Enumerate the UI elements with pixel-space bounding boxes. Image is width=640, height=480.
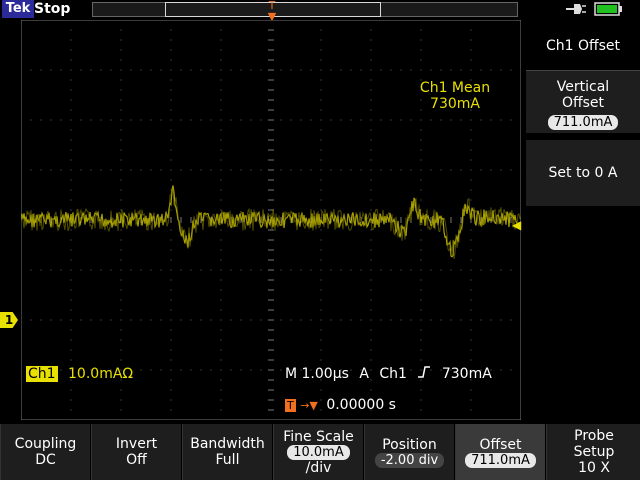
fine-scale-unit: /div xyxy=(305,459,332,476)
battery-icon xyxy=(594,2,622,16)
position-label: Position xyxy=(382,436,437,453)
trigger-level-arrow-icon[interactable]: ◀ xyxy=(512,218,521,232)
vertical-offset-button[interactable]: Vertical Offset 711.0mA xyxy=(526,70,640,133)
offset-value: 711.0mA xyxy=(465,452,536,468)
trigger-level: 730mA xyxy=(441,366,492,382)
set-to-zero-button[interactable]: Set to 0 A xyxy=(526,140,640,206)
measurement-value: 730mA xyxy=(430,96,480,112)
bandwidth-button[interactable]: Bandwidth Full xyxy=(182,424,272,480)
probe-setup-label-2: Setup xyxy=(573,444,615,460)
trigger-source: Ch1 xyxy=(379,366,407,382)
fine-scale-label: Fine Scale xyxy=(283,428,354,445)
bandwidth-value: Full xyxy=(215,452,240,468)
trigger-delay-arrow-icon: →▼ xyxy=(300,399,318,412)
trigger-position-icon: T ▼ xyxy=(266,0,278,22)
bandwidth-label: Bandwidth xyxy=(190,436,265,452)
offset-button[interactable]: Offset 711.0mA xyxy=(455,424,545,480)
probe-setup-label-1: Probe xyxy=(574,428,614,444)
coupling-label: Coupling xyxy=(14,436,77,452)
ch1-label-badge: Ch1 xyxy=(26,366,58,382)
coupling-button[interactable]: Coupling DC xyxy=(0,424,90,480)
vertical-offset-value: 711.0mA xyxy=(547,115,619,130)
position-value: -2.00 div xyxy=(374,452,445,468)
position-button[interactable]: Position -2.00 div xyxy=(364,424,454,480)
invert-button[interactable]: Invert Off xyxy=(91,424,181,480)
run-status: Stop xyxy=(34,1,71,17)
timebase: M 1.00µs xyxy=(285,366,349,382)
acquisition-mode: A xyxy=(359,366,369,382)
fine-scale-value: 10.0mA xyxy=(287,444,350,460)
offset-label: Offset xyxy=(479,436,522,453)
invert-label: Invert xyxy=(115,436,158,452)
vertical-offset-label-1: Vertical xyxy=(556,79,610,95)
fine-scale-button[interactable]: Fine Scale 10.0mA /div xyxy=(273,424,363,480)
ch1-ground-marker[interactable]: 1 xyxy=(0,312,18,328)
side-menu-title: Ch1 Offset xyxy=(526,32,640,60)
trigger-delay-marker-icon: T xyxy=(285,399,296,412)
invert-value: Off xyxy=(126,452,147,468)
power-status xyxy=(560,0,640,18)
coupling-value: DC xyxy=(35,452,56,468)
ch1-scale: 10.0mAΩ xyxy=(68,366,134,382)
brand-logo: Tek xyxy=(2,0,34,18)
probe-setup-value: 10 X xyxy=(578,460,610,476)
vertical-offset-label-2: Offset xyxy=(561,95,605,111)
trigger-delay: 0.00000 s xyxy=(326,397,396,413)
rising-edge-icon xyxy=(417,366,435,382)
probe-setup-button[interactable]: Probe Setup 10 X xyxy=(546,424,640,480)
measurement-label: Ch1 Mean xyxy=(419,80,491,96)
